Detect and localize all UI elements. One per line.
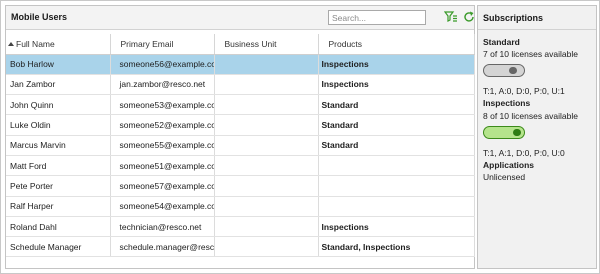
cell-products: Standard (318, 114, 475, 136)
cell-products: Inspections (318, 74, 475, 96)
table-row[interactable]: John Quinn someone53@example.com Standard (6, 94, 475, 116)
column-header-business-unit[interactable]: Business Unit (214, 34, 319, 55)
cell-products (318, 175, 475, 197)
table-row[interactable]: Ralf Harper someone54@example.com (6, 196, 475, 217)
toggle-knob (513, 129, 521, 136)
table-row[interactable]: Marcus Marvin someone55@example.com Standa… (6, 135, 475, 156)
cell-products (318, 155, 475, 177)
cell-full-name: Marcus Marvin (6, 135, 111, 156)
cell-business-unit (214, 236, 319, 258)
subscriptions-header: Subscriptions (478, 6, 596, 30)
subscription-stats-standard: T:1, A:0, D:0, P:0, U:1 (483, 86, 565, 96)
cell-full-name: Jan Zambor (6, 74, 111, 96)
cell-primary-email: technician@resco.net (110, 216, 215, 238)
cell-business-unit (214, 114, 319, 136)
inspections-toggle-switch[interactable] (483, 126, 525, 139)
cell-business-unit (214, 155, 319, 177)
cell-business-unit (214, 216, 319, 238)
cell-full-name: John Quinn (6, 94, 111, 116)
cell-business-unit (214, 74, 319, 96)
cell-business-unit (214, 135, 319, 156)
subscription-availability-applications: Unlicensed (483, 172, 526, 182)
cell-business-unit (214, 175, 319, 197)
table-row[interactable]: Jan Zambor jan.zambor@resco.net Inspection… (6, 74, 475, 96)
table-row[interactable]: Luke Oldin someone52@example.com Standard (6, 114, 475, 136)
cell-business-unit (214, 54, 319, 75)
subscription-stats-inspections: T:1, A:1, D:0, P:0, U:0 (483, 148, 565, 158)
column-header-primary-email[interactable]: Primary Email (110, 34, 215, 55)
cell-primary-email: someone55@example.com (110, 135, 215, 156)
cell-primary-email: someone52@example.com (110, 114, 215, 136)
cell-products: Standard, Inspections (318, 236, 475, 258)
cell-full-name: Luke Oldin (6, 114, 111, 136)
users-table: Full Name Primary Email Business Unit Pr… (6, 34, 475, 258)
cell-primary-email: someone53@example.com (110, 94, 215, 116)
table-row[interactable]: Roland Dahl technician@resco.net Inspectio… (6, 216, 475, 238)
cell-primary-email: someone54@example.com (110, 196, 215, 217)
cell-full-name: Matt Ford (6, 155, 111, 177)
cell-primary-email: someone57@example.com (110, 175, 215, 197)
search-input[interactable] (328, 10, 426, 25)
table-row[interactable]: Pete Porter someone57@example.com (6, 175, 475, 197)
table-row[interactable]: Bob Harlow someone56@example.com Inspectio… (6, 54, 475, 75)
cell-full-name: Pete Porter (6, 175, 111, 197)
refresh-icon[interactable] (462, 10, 476, 24)
cell-business-unit (214, 94, 319, 116)
cell-products: Standard (318, 94, 475, 116)
cell-primary-email: schedule.manager@resco.net (110, 236, 215, 258)
subscription-name-standard: Standard (483, 37, 520, 47)
mobile-users-header: Mobile Users (6, 6, 474, 30)
cell-full-name: Ralf Harper (6, 196, 111, 217)
cell-primary-email: someone56@example.com (110, 54, 215, 75)
cell-full-name: Schedule Manager (6, 236, 111, 258)
panel-title: Mobile Users (11, 12, 68, 22)
cell-business-unit (214, 196, 319, 217)
cell-products: Inspections (318, 54, 475, 75)
subscriptions-panel: Subscriptions Standard 7 of 10 licenses … (477, 5, 597, 269)
mobile-users-panel: Mobile Users Search... Full Name Primary… (5, 5, 475, 269)
subscription-name-applications: Applications (483, 160, 535, 170)
filter-icon[interactable] (443, 10, 458, 24)
subscription-availability-standard: 7 of 10 licenses available (483, 49, 578, 59)
table-header-row: Full Name Primary Email Business Unit Pr… (6, 34, 475, 55)
sort-ascending-icon (8, 42, 14, 46)
subscription-availability-inspections: 8 of 10 licenses available (483, 111, 578, 121)
table-row[interactable]: Matt Ford someone51@example.com (6, 155, 475, 177)
subscription-name-inspections: Inspections (483, 98, 531, 108)
cell-products (318, 196, 475, 217)
cell-primary-email: someone51@example.com (110, 155, 215, 177)
cell-primary-email: jan.zambor@resco.net (110, 74, 215, 96)
cell-products: Inspections (318, 216, 475, 238)
window-frame: Mobile Users Search... Full Name Primary… (0, 0, 600, 274)
column-header-full-name[interactable]: Full Name (6, 34, 111, 55)
subscriptions-title: Subscriptions (483, 13, 544, 23)
column-header-products[interactable]: Products (318, 34, 475, 55)
table-row[interactable]: Schedule Managerschedule.manager@resco.n… (6, 236, 475, 258)
cell-products: Standard (318, 135, 475, 156)
standard-toggle-switch[interactable] (483, 64, 525, 77)
cell-full-name: Bob Harlow (6, 54, 111, 75)
cell-full-name: Roland Dahl (6, 216, 111, 238)
toggle-knob (509, 67, 517, 74)
